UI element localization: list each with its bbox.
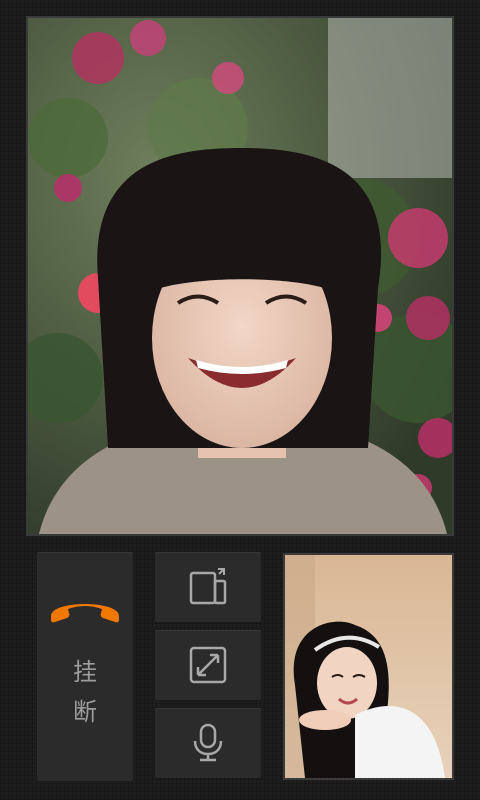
microphone-icon	[193, 723, 223, 762]
hangup-label-line-2: 断	[73, 698, 97, 726]
switch-camera-icon	[189, 568, 227, 605]
resize-arrows-icon	[189, 646, 227, 684]
phone-hangup-icon	[51, 604, 119, 623]
hangup-label-line-1: 挂	[73, 658, 97, 686]
microphone-button[interactable]	[154, 707, 262, 779]
resize-view-button[interactable]	[154, 629, 262, 701]
remote-video-image	[28, 18, 452, 534]
remote-video-feed	[26, 16, 454, 536]
hangup-label: 挂 断	[37, 652, 133, 732]
hangup-button[interactable]: 挂 断	[36, 551, 134, 782]
switch-camera-button[interactable]	[154, 551, 262, 623]
local-video-preview	[283, 553, 454, 780]
local-video-image	[285, 555, 452, 778]
